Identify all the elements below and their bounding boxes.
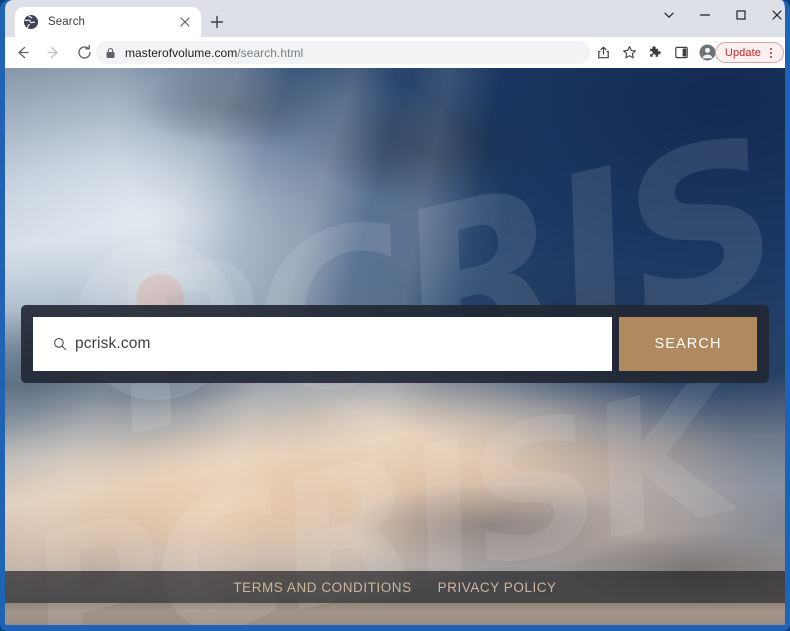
- close-icon[interactable]: [177, 14, 193, 30]
- address-path: /search.html: [237, 45, 304, 60]
- update-button-label: Update: [724, 46, 761, 59]
- footer-link-privacy[interactable]: PRIVACY POLICY: [438, 580, 557, 595]
- side-panel-icon[interactable]: [668, 39, 694, 65]
- window-controls: [651, 0, 785, 37]
- browser-toolbar: masterofvolume.com/search.html Update: [5, 37, 785, 68]
- tab-strip: Search: [5, 0, 785, 37]
- reload-icon[interactable]: [71, 39, 98, 66]
- minimize-icon[interactable]: [687, 0, 723, 30]
- arrow-right-icon: [40, 39, 67, 66]
- search-panel: pcrisk.com SEARCH: [21, 305, 769, 383]
- three-dots-vertical-icon[interactable]: [764, 47, 778, 58]
- maximize-icon[interactable]: [723, 0, 759, 30]
- tab-title: Search: [48, 16, 86, 28]
- page-footer: TERMS AND CONDITIONS PRIVACY POLICY: [5, 571, 785, 603]
- footer-link-terms[interactable]: TERMS AND CONDITIONS: [233, 580, 411, 595]
- search-input-value: pcrisk.com: [75, 335, 151, 352]
- search-icon: [53, 337, 67, 351]
- page-viewport: PCRISK PCRISK pcrisk.com SEARCH TERMS AN…: [5, 68, 785, 625]
- address-bar-text: masterofvolume.com/search.html: [125, 46, 303, 60]
- horizon-band: [5, 603, 785, 625]
- toolbar-icon-group: [590, 39, 720, 65]
- search-button[interactable]: SEARCH: [619, 317, 757, 371]
- new-tab-button[interactable]: [206, 11, 228, 33]
- chevron-down-icon[interactable]: [651, 0, 687, 30]
- search-input[interactable]: pcrisk.com: [33, 317, 612, 371]
- browser-tab-search[interactable]: Search: [15, 7, 201, 37]
- share-icon[interactable]: [590, 39, 616, 65]
- bookmark-star-icon[interactable]: [616, 39, 642, 65]
- address-bar[interactable]: masterofvolume.com/search.html: [96, 41, 590, 64]
- browser-window: Search masterofvolume.com/search.html Up…: [0, 0, 790, 631]
- address-domain: masterofvolume.com: [125, 45, 238, 60]
- update-button[interactable]: Update: [714, 42, 784, 63]
- lock-icon: [105, 47, 117, 59]
- extensions-puzzle-icon[interactable]: [642, 39, 668, 65]
- close-icon[interactable]: [759, 0, 785, 30]
- globe-icon: [23, 14, 39, 30]
- arrow-left-icon[interactable]: [9, 39, 36, 66]
